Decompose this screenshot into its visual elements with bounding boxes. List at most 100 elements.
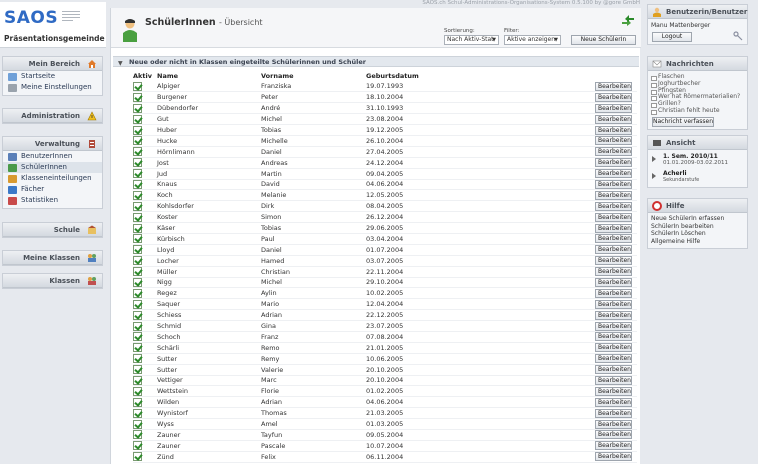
schule-header[interactable]: Schule [3,223,102,237]
edit-button[interactable]: Bearbeiten [595,332,632,342]
compose-message-button[interactable]: Nachricht verfassen [652,116,714,127]
help-link[interactable]: Allgemeine Hilfe [648,238,747,246]
active-checkbox[interactable] [133,125,142,135]
active-checkbox[interactable] [133,158,142,168]
edit-button[interactable]: Bearbeiten [595,114,632,124]
edit-button[interactable]: Bearbeiten [595,430,632,440]
edit-button[interactable]: Bearbeiten [595,147,632,157]
active-checkbox[interactable] [133,81,142,91]
active-checkbox[interactable] [133,92,142,102]
nav-faecher[interactable]: Fächer [3,184,102,195]
active-checkbox[interactable] [133,147,142,157]
section-header[interactable]: ▼ Neue oder nicht in Klassen eingeteilte… [113,56,639,67]
key-icon[interactable] [733,30,743,41]
verwaltung-header[interactable]: Verwaltung [3,137,102,151]
nav-statistiken[interactable]: Statistiken [3,195,102,206]
active-checkbox[interactable] [133,375,142,385]
active-checkbox[interactable] [133,223,142,233]
edit-button[interactable]: Bearbeiten [595,310,632,320]
active-checkbox[interactable] [133,114,142,124]
edit-button[interactable]: Bearbeiten [595,452,632,462]
edit-button[interactable]: Bearbeiten [595,212,632,222]
edit-button[interactable]: Bearbeiten [595,256,632,266]
active-checkbox[interactable] [133,332,142,342]
active-checkbox[interactable] [133,256,142,266]
klassen-header[interactable]: Klassen [3,274,102,288]
new-student-button[interactable]: Neue SchülerIn [571,35,636,45]
edit-button[interactable]: Bearbeiten [595,365,632,375]
edit-button[interactable]: Bearbeiten [595,408,632,418]
edit-button[interactable]: Bearbeiten [595,190,632,200]
edit-button[interactable]: Bearbeiten [595,386,632,396]
active-checkbox[interactable] [133,386,142,396]
edit-button[interactable]: Bearbeiten [595,136,632,146]
edit-button[interactable]: Bearbeiten [595,288,632,298]
active-checkbox[interactable] [133,245,142,255]
active-checkbox[interactable] [133,343,142,353]
logout-button[interactable]: Logout [652,31,692,42]
active-checkbox[interactable] [133,441,142,451]
edit-button[interactable]: Bearbeiten [595,267,632,277]
news-item[interactable]: Christian fehlt heute [648,107,747,115]
nav-startseite[interactable]: Startseite [3,71,102,82]
school-selector[interactable]: Acherli Sekundarstufe [648,170,747,184]
semester-selector[interactable]: 1. Sem. 2010/11 01.01.2009-03.02.2011 [648,153,747,167]
meine-klassen-header[interactable]: Meine Klassen [3,251,102,265]
edit-button[interactable]: Bearbeiten [595,201,632,211]
edit-button[interactable]: Bearbeiten [595,125,632,135]
active-checkbox[interactable] [133,212,142,222]
edit-button[interactable]: Bearbeiten [595,179,632,189]
edit-button[interactable]: Bearbeiten [595,81,632,91]
nav-klasseneinteilungen[interactable]: Klasseneinteilungen [3,173,102,184]
active-checkbox[interactable] [133,310,142,320]
edit-button[interactable]: Bearbeiten [595,158,632,168]
active-checkbox[interactable] [133,365,142,375]
nav-benutzerinnen[interactable]: BenutzerInnen [3,151,102,162]
active-checkbox[interactable] [133,169,142,179]
edit-button[interactable]: Bearbeiten [595,441,632,451]
edit-button[interactable]: Bearbeiten [595,321,632,331]
active-checkbox[interactable] [133,430,142,440]
edit-button[interactable]: Bearbeiten [595,299,632,309]
active-checkbox[interactable] [133,321,142,331]
help-link[interactable]: SchülerIn Löschen [648,230,747,238]
edit-button[interactable]: Bearbeiten [595,103,632,113]
active-checkbox[interactable] [133,299,142,309]
active-checkbox[interactable] [133,397,142,407]
edit-button[interactable]: Bearbeiten [595,92,632,102]
edit-button[interactable]: Bearbeiten [595,223,632,233]
active-checkbox[interactable] [133,452,142,462]
refresh-arrows-icon[interactable] [621,14,635,26]
edit-button[interactable]: Bearbeiten [595,375,632,385]
edit-button[interactable]: Bearbeiten [595,397,632,407]
active-checkbox[interactable] [133,419,142,429]
filter-select[interactable]: Aktive anzeigen ▼ [504,35,561,45]
top-bar: SAOS.ch Schul-Administrations-Organisati… [0,0,758,8]
edit-button[interactable]: Bearbeiten [595,419,632,429]
edit-button[interactable]: Bearbeiten [595,277,632,287]
active-checkbox[interactable] [133,190,142,200]
edit-button[interactable]: Bearbeiten [595,245,632,255]
active-checkbox[interactable] [133,234,142,244]
help-link[interactable]: Neue SchülerIn erfassen [648,215,747,223]
edit-button[interactable]: Bearbeiten [595,343,632,353]
active-checkbox[interactable] [133,354,142,364]
help-link[interactable]: SchülerIn bearbeiten [648,223,747,231]
active-checkbox[interactable] [133,103,142,113]
edit-button[interactable]: Bearbeiten [595,169,632,179]
active-checkbox[interactable] [133,179,142,189]
nav-meine-einstellungen[interactable]: Meine Einstellungen [3,82,102,93]
edit-button[interactable]: Bearbeiten [595,354,632,364]
active-checkbox[interactable] [133,201,142,211]
edit-button[interactable]: Bearbeiten [595,234,632,244]
sort-select[interactable]: Nach Aktiv-Stat ▼ [444,35,499,45]
active-checkbox[interactable] [133,267,142,277]
administration-header[interactable]: Administration [3,109,102,123]
aktiv-cell [133,418,157,430]
nav-schuelerinnen[interactable]: SchülerInnen [3,162,102,173]
active-checkbox[interactable] [133,408,142,418]
active-checkbox[interactable] [133,277,142,287]
active-checkbox[interactable] [133,288,142,298]
active-checkbox[interactable] [133,136,142,146]
mein-bereich-header[interactable]: Mein Bereich [3,57,102,71]
